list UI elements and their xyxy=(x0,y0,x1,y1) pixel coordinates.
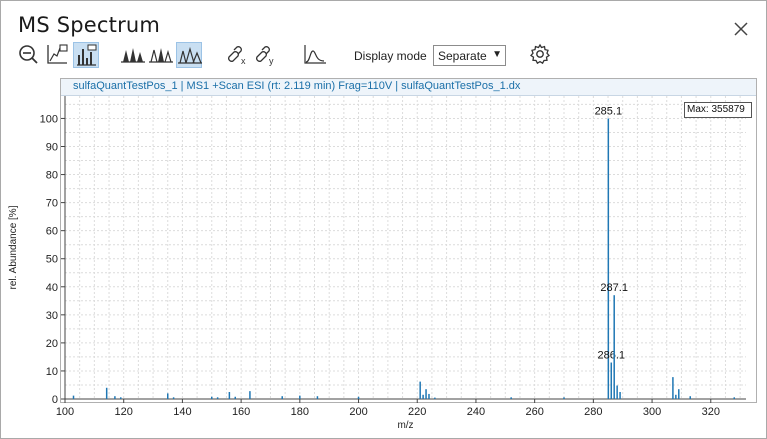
y-tick-label: 80 xyxy=(46,170,58,182)
max-intensity-box: Max: 355879 xyxy=(684,102,752,118)
y-tick-label: 40 xyxy=(46,282,58,294)
y-tick-label: 70 xyxy=(46,198,58,210)
x-axis-label: m/z xyxy=(397,420,413,431)
y-tick-label: 30 xyxy=(46,310,58,322)
x-tick-label: 320 xyxy=(702,406,720,418)
x-tick-label: 160 xyxy=(232,406,250,418)
x-tick-label: 140 xyxy=(173,406,191,418)
x-tick-label: 260 xyxy=(525,406,543,418)
y-tick-label: 60 xyxy=(46,226,58,238)
x-tick-label: 300 xyxy=(643,406,661,418)
y-axis-label: rel. Abundance [%] xyxy=(8,205,19,289)
y-tick-label: 10 xyxy=(46,366,58,378)
peak-label: 285.1 xyxy=(595,105,623,117)
peak-label: 286.1 xyxy=(598,350,626,362)
x-tick-label: 180 xyxy=(291,406,309,418)
spectrum-chart[interactable]: 0 10 20 30 40 50 60 70 80 90 100 100 120 140 160 180 200… xyxy=(0,0,767,439)
x-tick-label: 100 xyxy=(56,406,74,418)
x-tick-label: 200 xyxy=(349,406,367,418)
y-tick-label: 50 xyxy=(46,254,58,266)
y-tick-label: 90 xyxy=(46,142,58,154)
x-tick-label: 280 xyxy=(584,406,602,418)
x-tick-label: 220 xyxy=(408,406,426,418)
peak-label: 287.1 xyxy=(600,282,628,294)
x-tick-label: 120 xyxy=(115,406,133,418)
y-tick-label: 0 xyxy=(52,394,58,406)
y-tick-label: 20 xyxy=(46,338,58,350)
x-tick-label: 240 xyxy=(467,406,485,418)
y-tick-label: 100 xyxy=(40,113,58,125)
